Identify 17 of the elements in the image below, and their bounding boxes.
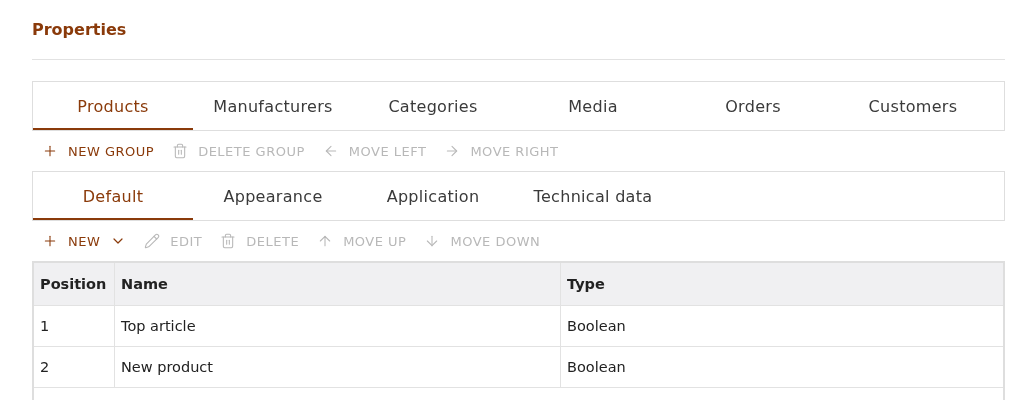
trash-icon (220, 233, 237, 249)
pencil-icon (144, 233, 161, 249)
toolbar-button[interactable]: NEW GROUP (38, 139, 159, 163)
column-header: Name (114, 263, 560, 305)
page-title: Properties (32, 19, 128, 41)
plus-icon (42, 143, 58, 159)
table-cell: Boolean (560, 306, 1003, 346)
table-cell-text: 1 (39, 317, 51, 336)
table-cell: Top article (114, 306, 560, 346)
trash-icon (172, 143, 189, 159)
toolbar-button[interactable]: NEW (38, 229, 131, 253)
plus-icon (42, 233, 58, 249)
table-cell-text: 2 (39, 358, 51, 377)
table-cell: Boolean (560, 347, 1003, 387)
column-header: Position (39, 275, 108, 294)
table-cell: New product (114, 347, 560, 387)
column-header: Type (560, 263, 1003, 305)
